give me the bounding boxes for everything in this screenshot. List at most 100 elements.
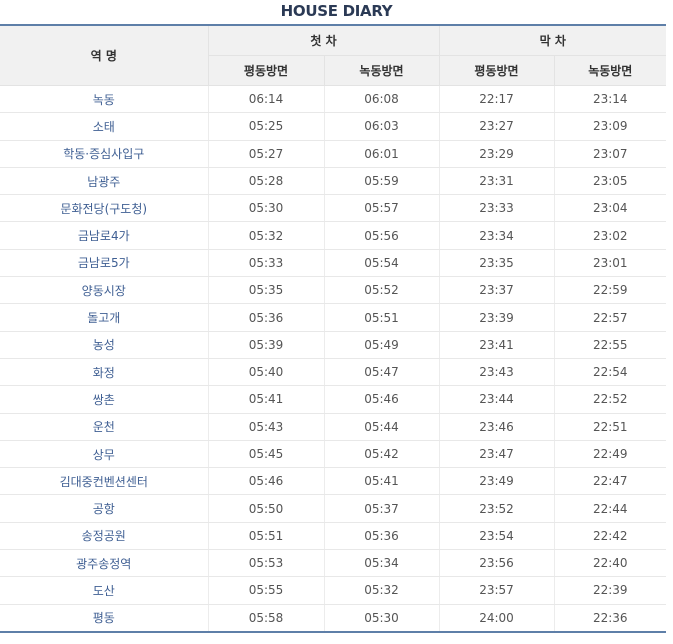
first-train-nokdong-time: 05:42 — [324, 440, 440, 469]
last-train-nokdong-time: 22:39 — [554, 576, 667, 605]
station-name: 송정공원 — [0, 522, 209, 551]
last-train-pyeongdong-time: 23:52 — [439, 494, 555, 523]
last-train-pyeongdong-time: 23:34 — [439, 221, 555, 250]
last-train-nokdong-time: 22:47 — [554, 467, 667, 496]
table-row: 공항 05:50 05:37 23:52 22:44 — [0, 494, 667, 523]
first-train-nokdong-time: 05:32 — [324, 576, 440, 605]
first-train-pyeongdong-time: 05:58 — [208, 604, 325, 633]
table-row: 송정공원 05:51 05:36 23:54 22:42 — [0, 522, 667, 551]
table-row: 남광주 05:28 05:59 23:31 23:05 — [0, 167, 667, 196]
first-train-nokdong-time: 05:36 — [324, 522, 440, 551]
station-name: 금남로5가 — [0, 249, 209, 278]
table-row: 금남로5가 05:33 05:54 23:35 23:01 — [0, 249, 667, 278]
station-name: 문화전당(구도청) — [0, 194, 209, 223]
table-row: 소태 05:25 06:03 23:27 23:09 — [0, 112, 667, 141]
last-train-nokdong-time: 22:57 — [554, 303, 667, 332]
station-name: 양동시장 — [0, 276, 209, 305]
last-train-nokdong-time: 22:40 — [554, 549, 667, 578]
last-train-nokdong-time: 23:05 — [554, 167, 667, 196]
first-train-nokdong-time: 05:46 — [324, 385, 440, 414]
table-row: 운천 05:43 05:44 23:46 22:51 — [0, 413, 667, 441]
station-name: 쌍촌 — [0, 385, 209, 414]
last-train-pyeongdong-time: 23:33 — [439, 194, 555, 223]
last-train-nokdong-time: 23:07 — [554, 140, 667, 168]
last-train-pyeongdong-time: 23:54 — [439, 522, 555, 551]
first-train-header: 첫 차 — [207, 24, 440, 56]
last-train-nokdong-time: 23:09 — [554, 112, 667, 141]
last-train-pyeongdong-time: 23:49 — [439, 467, 555, 496]
table-row: 녹동 06:14 06:08 22:17 23:14 — [0, 85, 667, 114]
table-row: 양동시장 05:35 05:52 23:37 22:59 — [0, 276, 667, 305]
station-name: 도산 — [0, 576, 209, 605]
first-train-pyeongdong-time: 05:45 — [208, 440, 325, 469]
first-train-pyeongdong-time: 05:40 — [208, 358, 325, 387]
last-train-pyeongdong-time: 22:17 — [439, 85, 555, 114]
last-train-pyeongdong-time: 23:37 — [439, 276, 555, 305]
first-train-pyeongdong-time: 05:28 — [208, 167, 325, 196]
last-train-nokdong-time: 23:14 — [554, 85, 667, 114]
station-name: 녹동 — [0, 85, 209, 114]
table-row: 농성 05:39 05:49 23:41 22:55 — [0, 331, 667, 359]
table-row: 평동 05:58 05:30 24:00 22:36 — [0, 604, 667, 633]
station-name: 돌고개 — [0, 303, 209, 332]
last-train-nokdong-time: 22:49 — [554, 440, 667, 469]
first-train-nokdong-time: 05:57 — [324, 194, 440, 223]
last-train-nokdong-time: 22:52 — [554, 385, 667, 414]
station-name: 상무 — [0, 440, 209, 469]
first-train-nokdong-time: 05:47 — [324, 358, 440, 387]
last-train-nokdong-time: 22:54 — [554, 358, 667, 387]
station-name: 광주송정역 — [0, 549, 209, 578]
first-train-nokdong-time: 05:37 — [324, 494, 440, 523]
page: HOUSE DIARY 역 명 첫 차 막 차 평동방면 녹동방면 평동방면 녹… — [0, 0, 673, 644]
last-train-pyeongdong-time: 23:46 — [439, 413, 555, 441]
first-train-nokdong-time: 05:51 — [324, 303, 440, 332]
station-name: 농성 — [0, 331, 209, 359]
table-row: 김대중컨벤션센터 05:46 05:41 23:49 22:47 — [0, 467, 667, 496]
last-train-pyeongdong-time: 23:39 — [439, 303, 555, 332]
last-train-nokdong-time: 22:59 — [554, 276, 667, 305]
last-train-pyeongdong-time: 23:35 — [439, 249, 555, 278]
last-train-nokdong-time: 22:55 — [554, 331, 667, 359]
last-train-pyeongdong-time: 23:56 — [439, 549, 555, 578]
last-train-pyeongdong-time: 23:47 — [439, 440, 555, 469]
first-train-nokdong-time: 05:49 — [324, 331, 440, 359]
last-train-nokdong-time: 23:01 — [554, 249, 667, 278]
timetable: 역 명 첫 차 막 차 평동방면 녹동방면 평동방면 녹동방면 녹동 06:14 0… — [0, 24, 667, 633]
first-train-nokdong-time: 05:52 — [324, 276, 440, 305]
last-train-pyeongdong-time: 23:27 — [439, 112, 555, 141]
last-train-nokdong-time: 23:04 — [554, 194, 667, 223]
first-train-nokdong-time: 05:44 — [324, 413, 440, 441]
first-train-nokdong-time: 05:56 — [324, 221, 440, 250]
first-train-pyeongdong-time: 05:32 — [208, 221, 325, 250]
station-name: 금남로4가 — [0, 221, 209, 250]
last-train-pyeongdong-time: 23:43 — [439, 358, 555, 387]
station-column-header: 역 명 — [0, 24, 209, 86]
first-train-pyeongdong-time: 05:25 — [208, 112, 325, 141]
first-train-nokdong-time: 06:08 — [324, 85, 440, 114]
table-row: 도산 05:55 05:32 23:57 22:39 — [0, 576, 667, 605]
last-train-nokdong-time: 22:51 — [554, 413, 667, 441]
last-train-pyeongdong-time: 23:44 — [439, 385, 555, 414]
first-train-pyeongdong-header: 평동방면 — [207, 55, 325, 86]
station-name: 평동 — [0, 604, 209, 633]
station-name: 운천 — [0, 413, 209, 441]
station-name: 남광주 — [0, 167, 209, 196]
first-train-nokdong-time: 05:41 — [324, 467, 440, 496]
first-train-pyeongdong-time: 05:43 — [208, 413, 325, 441]
table-row: 화정 05:40 05:47 23:43 22:54 — [0, 358, 667, 387]
first-train-pyeongdong-time: 05:46 — [208, 467, 325, 496]
first-train-nokdong-time: 05:54 — [324, 249, 440, 278]
station-name: 소태 — [0, 112, 209, 141]
last-train-pyeongdong-time: 23:41 — [439, 331, 555, 359]
page-title: HOUSE DIARY — [280, 2, 393, 20]
table-row: 광주송정역 05:53 05:34 23:56 22:40 — [0, 549, 667, 578]
first-train-nokdong-header: 녹동방면 — [323, 55, 440, 86]
first-train-pyeongdong-time: 05:35 — [208, 276, 325, 305]
last-train-pyeongdong-time: 24:00 — [439, 604, 555, 633]
first-train-pyeongdong-time: 05:30 — [208, 194, 325, 223]
last-train-pyeongdong-time: 23:31 — [439, 167, 555, 196]
first-train-pyeongdong-time: 05:41 — [208, 385, 325, 414]
last-train-pyeongdong-header: 평동방면 — [438, 55, 555, 86]
last-train-nokdong-time: 22:42 — [554, 522, 667, 551]
last-train-pyeongdong-time: 23:57 — [439, 576, 555, 605]
